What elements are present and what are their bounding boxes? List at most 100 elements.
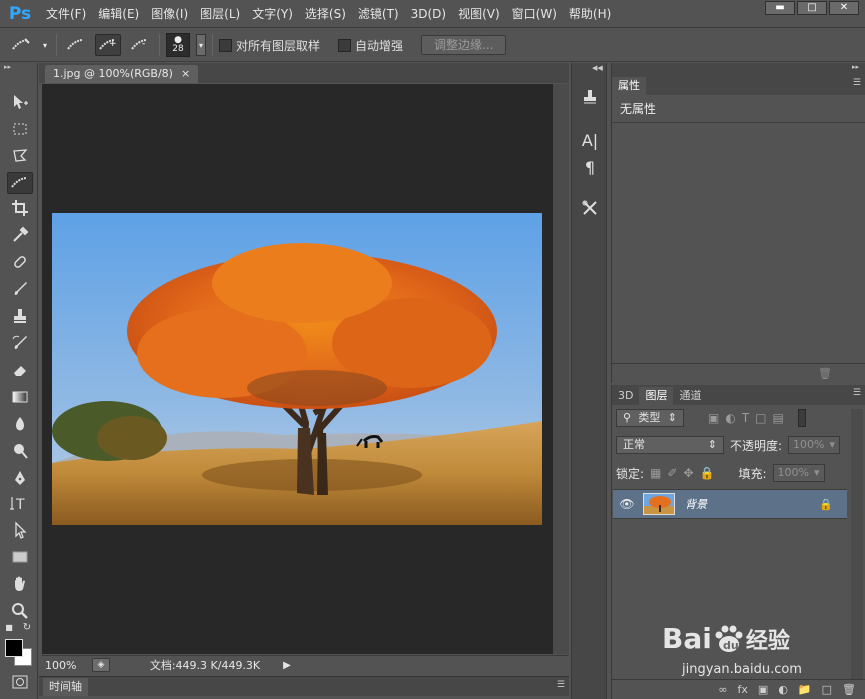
clone-source-icon[interactable] bbox=[578, 86, 602, 108]
lock-position-icon[interactable]: ✥ bbox=[683, 466, 693, 480]
status-menu-arrow-icon[interactable]: ▶ bbox=[280, 658, 294, 672]
paragraph-icon[interactable]: ¶ bbox=[578, 156, 602, 178]
new-selection-icon[interactable] bbox=[63, 34, 89, 56]
menu-window[interactable]: 窗口(W) bbox=[506, 0, 563, 28]
collapse-icon[interactable]: ◀◀ bbox=[592, 64, 603, 72]
foreground-color-swatch[interactable] bbox=[5, 639, 23, 657]
trash-icon[interactable]: 🗑 bbox=[818, 367, 832, 380]
filter-type-icon[interactable]: T bbox=[742, 411, 749, 425]
blend-mode-select[interactable]: 正常 ⇕ bbox=[616, 436, 724, 454]
crop-icon[interactable] bbox=[7, 197, 33, 219]
opacity-input[interactable]: 100% ▾ bbox=[788, 436, 841, 454]
menu-view[interactable]: 视图(V) bbox=[452, 0, 506, 28]
filter-toggle-switch[interactable] bbox=[797, 409, 806, 427]
eraser-icon[interactable] bbox=[7, 359, 33, 381]
eye-icon[interactable]: 👁 bbox=[613, 497, 641, 511]
subtract-from-selection-icon[interactable]: - bbox=[127, 34, 153, 56]
panel-menu-icon[interactable]: ☰ bbox=[853, 388, 861, 398]
swap-colors-icon[interactable]: ↻ bbox=[20, 620, 34, 634]
delete-layer-icon[interactable]: 🗑 bbox=[842, 683, 856, 696]
layers-scrollbar[interactable] bbox=[851, 409, 863, 689]
close-icon[interactable]: ✕ bbox=[829, 1, 859, 15]
add-mask-icon[interactable]: ▣ bbox=[758, 683, 768, 696]
menu-edit[interactable]: 编辑(E) bbox=[92, 0, 145, 28]
clone-stamp-icon[interactable] bbox=[7, 305, 33, 327]
new-group-icon[interactable]: 📁 bbox=[798, 683, 812, 696]
collapse-panels-icon[interactable]: ▸▸ bbox=[852, 63, 859, 71]
hand-icon[interactable] bbox=[7, 573, 33, 595]
brush-icon[interactable] bbox=[7, 278, 33, 300]
link-layers-icon[interactable]: ∞ bbox=[718, 683, 727, 696]
new-layer-icon[interactable]: □ bbox=[822, 683, 832, 696]
blur-icon[interactable] bbox=[7, 413, 33, 435]
chevron-down-icon[interactable]: ▾ bbox=[814, 465, 820, 481]
lasso-icon[interactable] bbox=[7, 145, 33, 167]
tab-properties[interactable]: 属性 bbox=[612, 77, 646, 95]
refine-edge-button[interactable]: 调整边缘... bbox=[421, 35, 507, 55]
fill-input[interactable]: 100% ▾ bbox=[772, 464, 825, 482]
tab-layers[interactable]: 图层 bbox=[639, 387, 674, 405]
panel-menu-icon[interactable]: ☰ bbox=[557, 680, 565, 690]
menu-3d[interactable]: 3D(D) bbox=[405, 0, 452, 28]
lock-transparent-icon[interactable]: ▦ bbox=[650, 466, 661, 480]
quick-mask-icon[interactable] bbox=[7, 671, 33, 693]
chevron-down-icon[interactable]: ▾ bbox=[40, 34, 50, 56]
document-image[interactable] bbox=[52, 213, 542, 525]
restore-icon[interactable]: □ bbox=[797, 1, 827, 15]
tool-preset-icon[interactable] bbox=[8, 34, 34, 56]
menu-image[interactable]: 图像(I) bbox=[145, 0, 194, 28]
timeline-tab[interactable]: 时间轴 bbox=[43, 678, 88, 696]
zoom-icon[interactable] bbox=[7, 600, 33, 622]
path-selection-icon[interactable] bbox=[7, 519, 33, 541]
auto-enhance-checkbox[interactable] bbox=[338, 38, 352, 52]
rectangle-icon[interactable] bbox=[7, 546, 33, 568]
layer-name[interactable]: 背景 bbox=[685, 496, 819, 512]
pen-icon[interactable] bbox=[7, 467, 33, 489]
character-icon[interactable]: A| bbox=[578, 129, 602, 151]
menu-layer[interactable]: 图层(L) bbox=[194, 0, 246, 28]
move-icon[interactable] bbox=[7, 91, 33, 113]
fx-icon[interactable]: fx bbox=[738, 683, 748, 696]
brush-picker-dropdown[interactable]: ▾ bbox=[196, 34, 206, 56]
history-brush-icon[interactable] bbox=[7, 332, 33, 354]
filter-smart-object-icon[interactable]: ▤ bbox=[773, 411, 784, 425]
layer-row[interactable]: 👁 背景 🔒 bbox=[613, 489, 847, 519]
tab-3d[interactable]: 3D bbox=[612, 387, 639, 405]
panel-menu-icon[interactable]: ☰ bbox=[853, 78, 861, 88]
lock-pixels-icon[interactable]: ✐ bbox=[667, 466, 677, 480]
type-icon[interactable]: T bbox=[7, 492, 33, 514]
tool-presets-icon[interactable] bbox=[578, 197, 602, 219]
gradient-icon[interactable] bbox=[7, 386, 33, 408]
dodge-icon[interactable] bbox=[7, 440, 33, 462]
status-info-icon[interactable]: ◈ bbox=[92, 658, 110, 672]
vertical-scrollbar[interactable] bbox=[553, 84, 569, 654]
default-colors-icon[interactable]: ■ bbox=[2, 620, 16, 634]
close-tab-icon[interactable]: × bbox=[181, 65, 190, 83]
brush-size-picker[interactable]: ● 28 bbox=[166, 33, 190, 57]
lock-all-icon[interactable]: 🔒 bbox=[700, 466, 715, 480]
chevron-down-icon[interactable]: ▾ bbox=[830, 437, 836, 453]
filter-shape-icon[interactable]: □ bbox=[755, 411, 766, 425]
menu-type[interactable]: 文字(Y) bbox=[246, 0, 299, 28]
minimize-icon[interactable]: ▬ bbox=[765, 1, 795, 15]
sample-all-layers-checkbox[interactable] bbox=[219, 38, 232, 52]
menu-select[interactable]: 选择(S) bbox=[299, 0, 352, 28]
auto-enhance-option[interactable]: 自动增强 bbox=[338, 37, 403, 54]
marquee-icon[interactable] bbox=[7, 118, 33, 140]
zoom-level[interactable]: 100% bbox=[42, 659, 92, 672]
add-to-selection-icon[interactable]: + bbox=[95, 34, 121, 56]
tab-channels[interactable]: 通道 bbox=[673, 387, 707, 405]
eyedropper-icon[interactable] bbox=[7, 224, 33, 246]
menu-help[interactable]: 帮助(H) bbox=[563, 0, 617, 28]
menu-filter[interactable]: 滤镜(T) bbox=[352, 0, 405, 28]
filter-pixel-icon[interactable]: ▣ bbox=[708, 411, 719, 425]
document-tab[interactable]: 1.jpg @ 100%(RGB/8) × bbox=[45, 65, 199, 83]
sample-all-layers-option[interactable]: 对所有图层取样 bbox=[219, 37, 320, 54]
menu-file[interactable]: 文件(F) bbox=[40, 0, 92, 28]
healing-brush-icon[interactable] bbox=[7, 251, 33, 273]
layer-filter-select[interactable]: ⚲ 类型 ⇕ bbox=[616, 409, 684, 427]
filter-adjustment-icon[interactable]: ◐ bbox=[725, 411, 735, 425]
adjustment-layer-icon[interactable]: ◐ bbox=[778, 683, 788, 696]
quick-selection-icon[interactable] bbox=[7, 172, 33, 194]
toolbox-collapse-icon[interactable]: ▸▸ bbox=[0, 63, 37, 73]
